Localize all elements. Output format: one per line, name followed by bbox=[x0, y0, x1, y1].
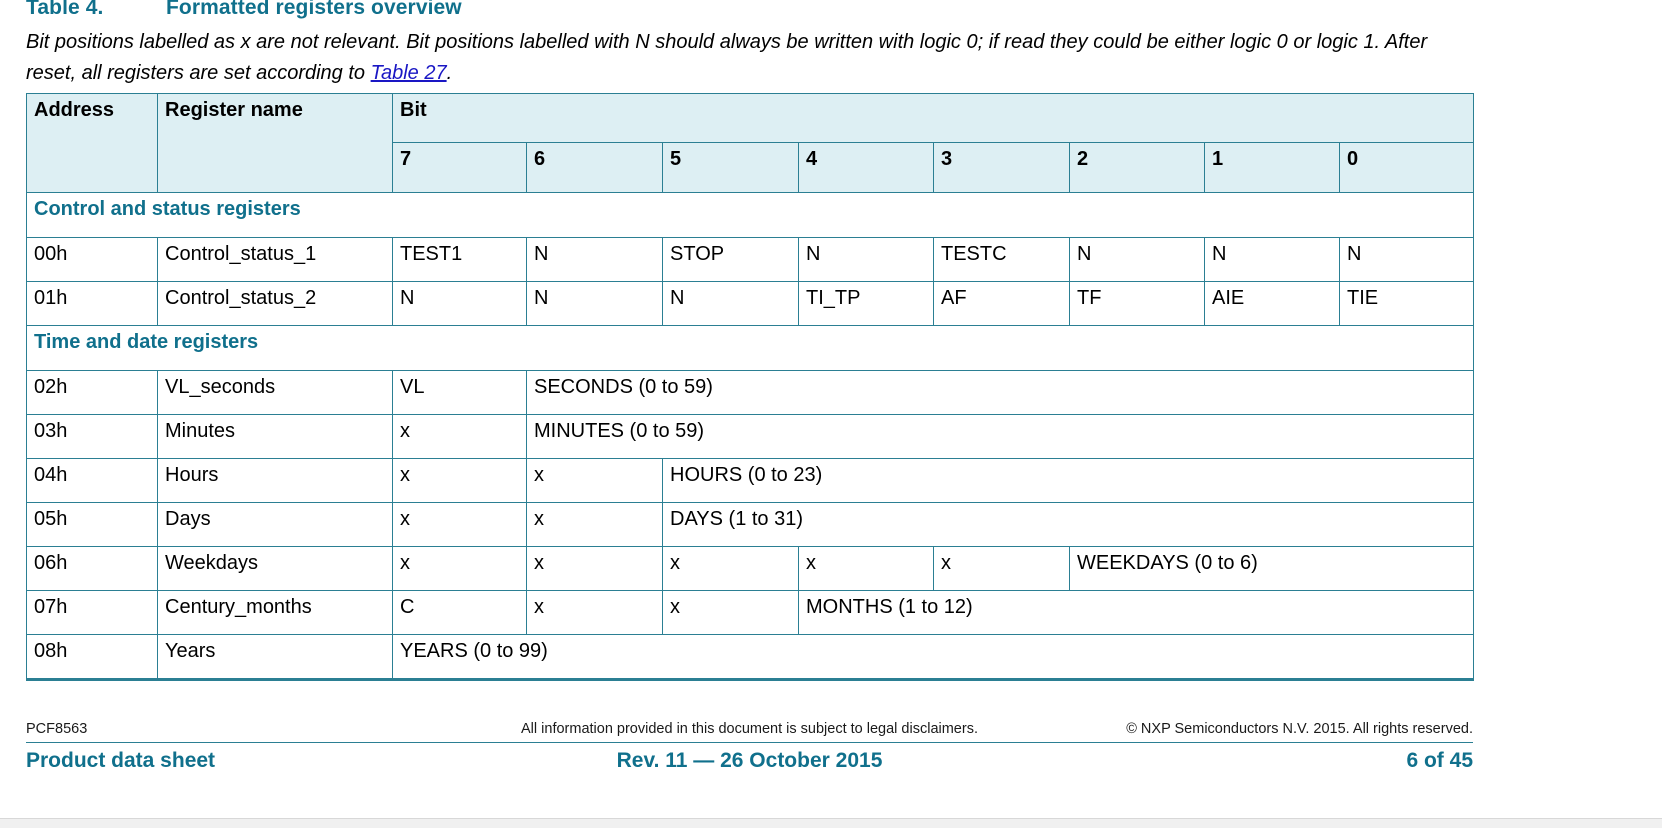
table-caption-note: Bit positions labelled as x are not rele… bbox=[26, 27, 1476, 89]
page-footer: PCF8563 All information provided in this… bbox=[26, 718, 1473, 783]
column-header-bit-0: 0 bbox=[1338, 142, 1475, 193]
table-section-row: Control and status registers bbox=[25, 192, 1475, 238]
table-row: 07h Century_months Cx x MONTHS (1 to 12) bbox=[26, 590, 1475, 635]
cell-address: 08h bbox=[26, 634, 158, 681]
cell-bit-value: TI_TP bbox=[798, 281, 934, 326]
table-row: 00h Control_status_1 TEST1 N STOP N TESTC N N N bbox=[26, 237, 1475, 282]
table-caption-title: Formatted registers overview bbox=[166, 0, 462, 19]
cell-register-name: Control_status_2 bbox=[157, 281, 393, 326]
cell-bit-value: TESTC bbox=[933, 237, 1070, 282]
footer-revision: Rev. 11 — 26 October 2015 bbox=[616, 749, 883, 772]
cell-bit-value: N bbox=[798, 237, 934, 282]
cell-register-name: Weekdays bbox=[157, 546, 393, 591]
cell-address: 04h bbox=[26, 458, 158, 503]
cell-bit-value: N bbox=[526, 237, 663, 282]
cell-bit-value: N bbox=[1338, 237, 1475, 282]
table-header-row-primary: Address Register name Bit bbox=[26, 93, 1475, 193]
cell-bit-value: SECONDS (0 to 59) bbox=[525, 370, 1475, 415]
cell-bit-value: DAYS (1 to 31) bbox=[661, 502, 1475, 547]
cell-bit-value: N bbox=[392, 281, 527, 326]
cell-bit-value: x bbox=[798, 546, 934, 591]
table-row: 02h VL_seconds VL SECONDS (0 to 59) bbox=[26, 370, 1475, 415]
table-note-text-after-link: . bbox=[446, 62, 453, 84]
table-row: 03h Minutes x MINUTES (0 to 59) bbox=[26, 414, 1475, 459]
table-row: 04h Hours x x HOURS (0 to 23) bbox=[26, 458, 1475, 503]
cell-bit-value: YEARS (0 to 99) bbox=[391, 634, 1475, 681]
cell-bit-value: x bbox=[392, 414, 527, 459]
table-section-title: Control and status registers bbox=[25, 192, 1475, 238]
footer-copyright: © NXP Semiconductors N.V. 2015. All righ… bbox=[1126, 721, 1473, 737]
cell-register-name: Days bbox=[157, 502, 393, 547]
cell-address: 00h bbox=[26, 237, 158, 282]
cell-address: 07h bbox=[26, 590, 158, 635]
footer-top-line: PCF8563 All information provided in this… bbox=[26, 718, 1473, 743]
cell-bit-value: x bbox=[392, 458, 527, 503]
cell-bit-value: AF bbox=[933, 281, 1070, 326]
cell-bit-value: MINUTES (0 to 59) bbox=[525, 414, 1475, 459]
cell-bit-value: x bbox=[526, 502, 663, 547]
table-body: Control and status registers 00h Control_s… bbox=[25, 192, 1475, 681]
column-header-bit-5: 5 bbox=[662, 142, 799, 193]
table-note-text-before-link: Bit positions labelled as x are not rele… bbox=[26, 31, 1428, 84]
cell-register-name: Hours bbox=[157, 458, 393, 503]
table-row: 06h Weekdays x x x x x WEEKDAYS (0 to 6) bbox=[26, 546, 1475, 591]
cell-address: 06h bbox=[26, 546, 158, 591]
cell-bit-value: TIE bbox=[1338, 281, 1475, 326]
formatted-registers-table: Address Register name Bit 7 6 5 4 3 2 1 … bbox=[25, 93, 1475, 681]
cell-address: 05h bbox=[26, 502, 158, 547]
cell-bit-value: x bbox=[526, 546, 663, 591]
footer-page-number: 6 of 45 bbox=[1406, 749, 1473, 772]
cell-register-name: Minutes bbox=[157, 414, 393, 459]
table-head: Address Register name Bit 7 6 5 4 3 2 1 … bbox=[26, 93, 1475, 193]
cell-address: 01h bbox=[26, 281, 158, 326]
cell-register-name: VL_seconds bbox=[157, 370, 393, 415]
column-header-bit-2: 2 bbox=[1069, 142, 1205, 193]
column-header-bit-3: 3 bbox=[933, 142, 1070, 193]
table-section-row: Time and date registers bbox=[25, 325, 1475, 371]
cell-bit-value: x bbox=[526, 458, 663, 503]
cell-bit-value: x bbox=[392, 502, 527, 547]
cell-address: 02h bbox=[26, 370, 158, 415]
cell-bit-value: VL bbox=[392, 370, 527, 415]
cell-bit-value: x bbox=[392, 546, 527, 591]
cell-bit-value: x bbox=[662, 546, 799, 591]
footer-bottom-line: Product data sheet Rev. 11 — 26 October … bbox=[26, 749, 1473, 783]
column-header-bit-7: 7 bbox=[392, 142, 527, 193]
cell-bit-value: TF bbox=[1069, 281, 1205, 326]
cell-bit-value: AIE bbox=[1204, 281, 1340, 326]
cell-bit-value: WEEKDAYS (0 to 6) bbox=[1068, 546, 1475, 591]
cell-register-name: Control_status_1 bbox=[157, 237, 393, 282]
cell-register-name: Century_months bbox=[157, 590, 393, 635]
column-header-register-name: Register name bbox=[157, 93, 393, 193]
cell-bit-value: x bbox=[526, 590, 663, 635]
table-caption: Table 4. Formatted registers overview bbox=[26, 0, 462, 20]
column-header-bit-6: 6 bbox=[526, 142, 663, 193]
table-row: 01h Control_status_2 N N N TI_TP AF TF AIE TIE bbox=[26, 281, 1475, 326]
table-section-title: Time and date registers bbox=[25, 325, 1475, 371]
cell-bit-value: TEST1 bbox=[392, 237, 527, 282]
table-row: 05h Days x x DAYS (1 to 31) bbox=[26, 502, 1475, 547]
column-header-address: Address bbox=[26, 93, 158, 193]
cell-bit-value: x bbox=[933, 546, 1070, 591]
column-header-bit: Bit bbox=[391, 93, 1475, 143]
cell-bit-value: N bbox=[662, 281, 799, 326]
table-caption-number: Table 4. bbox=[26, 0, 104, 19]
cell-bit-value: STOP bbox=[662, 237, 799, 282]
table-27-cross-reference-link[interactable]: Table 27 bbox=[371, 62, 447, 84]
cell-bit-value: N bbox=[1204, 237, 1340, 282]
cell-bit-value: N bbox=[1069, 237, 1205, 282]
column-header-bit-4: 4 bbox=[798, 142, 934, 193]
cell-bit-value: HOURS (0 to 23) bbox=[661, 458, 1475, 503]
column-header-bit-1: 1 bbox=[1204, 142, 1340, 193]
cell-bit-value: x bbox=[662, 590, 799, 635]
cell-bit-value: MONTHS (1 to 12) bbox=[797, 590, 1475, 635]
cell-address: 03h bbox=[26, 414, 158, 459]
table-row: 08h Years YEARS (0 to 99) bbox=[26, 634, 1475, 681]
cell-register-name: Years bbox=[157, 634, 393, 681]
cell-bit-value: C bbox=[392, 590, 527, 635]
cell-bit-value: N bbox=[526, 281, 663, 326]
